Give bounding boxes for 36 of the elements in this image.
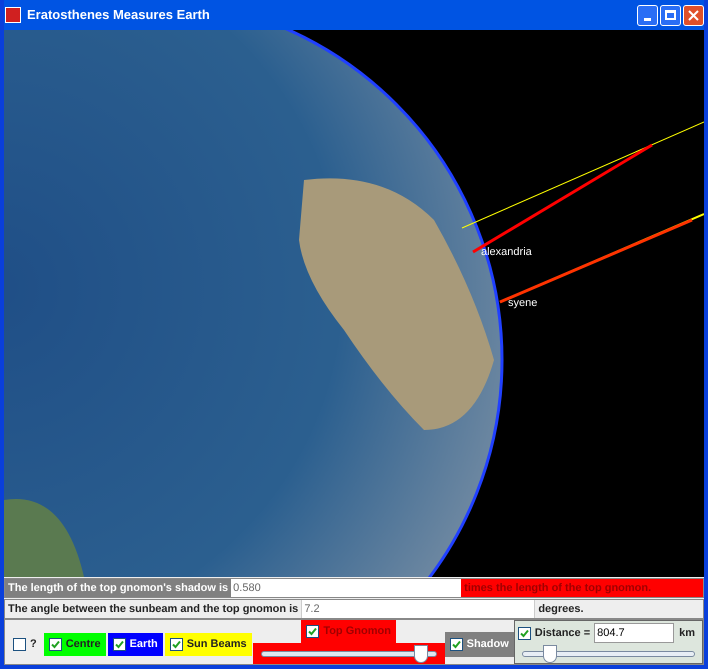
checkbox[interactable]	[13, 638, 26, 650]
checkbox-label: ?	[30, 636, 37, 652]
checkbox[interactable]	[112, 638, 126, 650]
angle-field[interactable]: 7.2	[301, 600, 536, 618]
checkbox[interactable]	[450, 638, 463, 650]
app-icon	[5, 7, 21, 23]
checkbox-option[interactable]: Sun Beams	[164, 632, 252, 656]
shadow-option[interactable]: Shadow	[444, 632, 514, 656]
maximize-icon	[665, 10, 676, 20]
slider[interactable]	[522, 645, 695, 663]
checkbox[interactable]	[170, 638, 183, 650]
slider[interactable]	[260, 644, 437, 662]
angle-label: The angle between the sunbeam and the top gnomon is	[7, 602, 300, 617]
distance-field[interactable]: 804.7	[594, 623, 674, 643]
window-title: Eratosthenes Measures Earth	[27, 6, 211, 24]
checkbox-label: Earth	[130, 636, 158, 652]
city-label: syene	[508, 298, 538, 309]
distance-label: Distance =	[534, 626, 590, 641]
checkbox[interactable]	[48, 638, 62, 650]
maximize-button[interactable]	[660, 4, 681, 26]
shadow-option-label: Shadow	[466, 636, 509, 652]
slider-thumb[interactable]	[542, 645, 556, 663]
unit-label: km	[679, 626, 696, 641]
checkbox-label: Sun Beams	[186, 636, 247, 652]
top-gnomon-label: Top Gnomon	[323, 624, 391, 640]
slider-thumb[interactable]	[414, 644, 428, 662]
close-icon	[688, 10, 699, 20]
checkbox[interactable]	[306, 625, 320, 638]
checkbox-option[interactable]: Centre	[44, 632, 106, 656]
checkbox-label: Centre	[66, 636, 101, 652]
minimize-button[interactable]	[637, 4, 658, 26]
checkbox[interactable]	[518, 626, 531, 640]
close-button[interactable]	[683, 4, 704, 26]
checkbox-option[interactable]: Earth	[108, 632, 163, 656]
minimize-icon	[644, 18, 651, 20]
degrees-label: degrees.	[537, 602, 585, 617]
